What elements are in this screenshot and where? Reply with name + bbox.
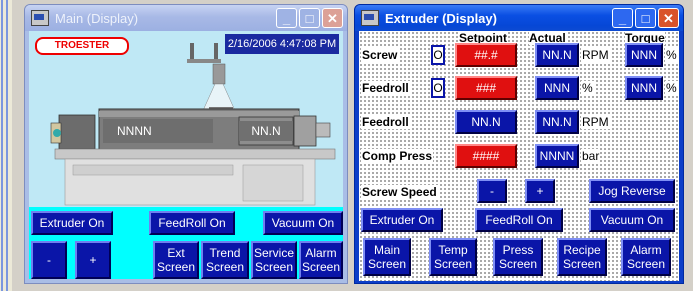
main-extruder-on-button[interactable]: Extruder On: [31, 211, 113, 235]
main-vacuum-on-button[interactable]: Vacuum On: [263, 211, 343, 235]
head-value-display: NN.N: [239, 121, 293, 141]
feedroll-rpm-setpoint[interactable]: NN.N: [455, 110, 517, 134]
screw-unit: RPM: [581, 48, 610, 62]
main-plus-button[interactable]: +: [75, 241, 111, 279]
main-window-client: TROESTER 2/16/2006 4:47:08 PM NNNN NN.N …: [29, 31, 343, 279]
close-icon[interactable]: ✕: [322, 8, 343, 28]
trend-screen-button[interactable]: Trend Screen: [201, 241, 249, 279]
screw-setpoint-input[interactable]: ##.#: [455, 43, 517, 67]
extruder-machine-graphic: TROESTER 2/16/2006 4:47:08 PM NNNN NN.N: [29, 31, 343, 207]
alarm-screen-button[interactable]: Alarm Screen: [621, 238, 671, 276]
screw-torque-value: NNN: [625, 43, 663, 67]
extruder-display-window: Extruder (Display) _ □ ✕ Setpoint Actual…: [354, 4, 684, 284]
feedroll-rpm-unit: RPM: [581, 115, 610, 129]
extruder-window-client: Setpoint Actual Torque Screw O ##.# NN.N…: [359, 31, 679, 281]
app-icon[interactable]: [361, 10, 379, 26]
main-screen-button[interactable]: Main Screen: [363, 238, 411, 276]
main-display-window: Main (Display) _ □ ✕ TROESTER 2/16/2006 …: [24, 4, 348, 284]
comp-press-label: Comp Press: [361, 149, 434, 163]
main-window-title: Main (Display): [55, 10, 139, 26]
main-minus-button[interactable]: -: [31, 241, 67, 279]
background-window-edge: [0, 0, 12, 291]
comp-press-actual-value: NNNN: [535, 144, 579, 168]
feedroll-label: Feedroll: [361, 81, 410, 95]
maximize-icon[interactable]: □: [635, 8, 656, 28]
feedroll-setpoint-input[interactable]: ###: [455, 76, 517, 100]
extruder-window-title: Extruder (Display): [385, 10, 497, 26]
maximize-icon[interactable]: □: [299, 8, 320, 28]
screw-speed-display: NNNN: [103, 119, 213, 143]
minimize-icon[interactable]: _: [276, 8, 297, 28]
screw-actual-value: NN.N: [535, 43, 579, 67]
extruder-on-button[interactable]: Extruder On: [361, 208, 443, 232]
screw-label: Screw: [361, 48, 399, 62]
main-window-titlebar[interactable]: Main (Display) _ □ ✕: [25, 5, 347, 31]
feedroll-torque-value: NNN: [625, 76, 663, 100]
screw-speed-plus-button[interactable]: +: [525, 179, 555, 203]
vacuum-on-button[interactable]: Vacuum On: [589, 208, 675, 232]
feedroll-actual-value: NNN: [535, 76, 579, 100]
feedroll-mode-box[interactable]: O: [431, 78, 445, 98]
press-screen-button[interactable]: Press Screen: [493, 238, 543, 276]
close-icon[interactable]: ✕: [658, 8, 679, 28]
screw-mode-box[interactable]: O: [431, 45, 445, 65]
recipe-screen-button[interactable]: Recipe Screen: [557, 238, 607, 276]
comp-press-unit: bar: [581, 149, 601, 163]
jog-reverse-button[interactable]: Jog Reverse: [589, 179, 675, 203]
service-screen-button[interactable]: Service Screen: [251, 241, 297, 279]
minimize-icon[interactable]: _: [612, 8, 633, 28]
feedroll-torque-unit: %: [665, 81, 678, 95]
feedroll-unit: %: [581, 81, 594, 95]
feedroll-rpm-label: Feedroll: [361, 115, 410, 129]
app-icon[interactable]: [31, 10, 49, 26]
feedroll-on-button[interactable]: FeedRoll On: [475, 208, 563, 232]
screw-speed-label: Screw Speed: [361, 185, 438, 199]
feedroll-rpm-actual: NN.N: [535, 110, 579, 134]
screw-torque-unit: %: [665, 48, 678, 62]
alarm-screen-button[interactable]: Alarm Screen: [299, 241, 343, 279]
main-feedroll-on-button[interactable]: FeedRoll On: [149, 211, 235, 235]
comp-press-setpoint-input[interactable]: ####: [455, 144, 517, 168]
temp-screen-button[interactable]: Temp Screen: [429, 238, 477, 276]
screw-speed-minus-button[interactable]: -: [477, 179, 507, 203]
ext-screen-button[interactable]: Ext Screen: [153, 241, 199, 279]
extruder-window-titlebar[interactable]: Extruder (Display) _ □ ✕: [355, 5, 683, 31]
